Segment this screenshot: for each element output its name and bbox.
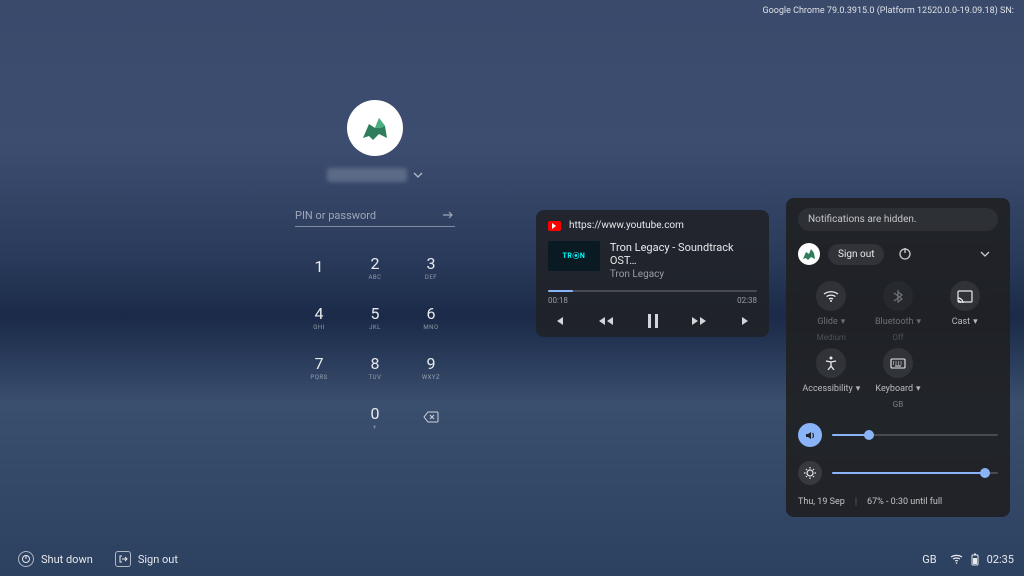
media-progress[interactable] (548, 290, 757, 292)
key-0[interactable]: 0+ (350, 395, 400, 439)
key-4[interactable]: 4GHI (294, 295, 344, 339)
key-6[interactable]: 6MNO (406, 295, 456, 339)
qs-avatar[interactable] (798, 243, 820, 265)
tile-wifi[interactable]: Glide▾ Medium (798, 281, 865, 342)
volume-row (798, 423, 998, 447)
collapse-chevron-icon[interactable] (972, 241, 998, 267)
brightness-icon[interactable] (798, 461, 822, 485)
power-icon (18, 551, 34, 567)
qs-date: Thu, 19 Sep (798, 497, 845, 507)
tray-battery-icon (971, 553, 979, 566)
pin-input[interactable] (295, 209, 425, 222)
wifi-icon (816, 281, 846, 311)
tile-cast[interactable]: Cast▾ (931, 281, 998, 342)
caret-icon: ▾ (856, 384, 861, 394)
key-7[interactable]: 7PQRS (294, 345, 344, 389)
tray-wifi-icon (950, 554, 963, 564)
caret-icon: ▾ (973, 317, 978, 327)
shutdown-button[interactable]: Shut down (10, 545, 101, 573)
volume-icon[interactable] (798, 423, 822, 447)
build-info: Google Chrome 79.0.3915.0 (Platform 1252… (762, 6, 1014, 16)
quick-settings-panel: Notifications are hidden. Sign out Glide… (786, 198, 1010, 517)
prev-track-icon[interactable] (552, 314, 566, 328)
key-empty (294, 395, 344, 439)
media-artist: Tron Legacy (610, 269, 757, 280)
key-8[interactable]: 8TUV (350, 345, 400, 389)
notifications-banner[interactable]: Notifications are hidden. (798, 208, 998, 231)
brightness-row (798, 461, 998, 485)
shelf: Shut down Sign out GB 02:35 (0, 542, 1024, 576)
tile-accessibility[interactable]: Accessibility▾ (798, 348, 865, 409)
bluetooth-icon (883, 281, 913, 311)
forward-icon[interactable] (690, 314, 708, 328)
media-elapsed: 00:18 (548, 296, 568, 305)
pause-icon[interactable] (646, 313, 660, 329)
media-card: https://www.youtube.com TR⦿N Tron Legacy… (536, 210, 769, 337)
system-tray[interactable]: GB 02:35 (917, 551, 1014, 568)
submit-arrow-icon[interactable] (441, 208, 455, 222)
qs-tiles: Glide▾ Medium Bluetooth▾ Off Cast▾ Acces… (798, 281, 998, 409)
media-source-url: https://www.youtube.com (569, 220, 684, 231)
login-panel: 1 2ABC 3DEF 4GHI 5JKL 6MNO 7PQRS 8TUV 9W… (290, 100, 460, 439)
key-9[interactable]: 9WXYZ (406, 345, 456, 389)
brightness-slider[interactable] (832, 472, 998, 474)
chevron-down-icon (413, 170, 423, 180)
qs-battery: 67% - 0:30 until full (867, 497, 942, 507)
tile-bluetooth[interactable]: Bluetooth▾ Off (865, 281, 932, 342)
user-avatar[interactable] (347, 100, 403, 156)
tray-time: 02:35 (987, 553, 1014, 566)
key-1[interactable]: 1 (294, 245, 344, 289)
tile-keyboard[interactable]: Keyboard▾ GB (865, 348, 932, 409)
key-backspace[interactable] (406, 395, 456, 439)
username-row[interactable] (327, 168, 423, 182)
key-5[interactable]: 5JKL (350, 295, 400, 339)
media-total: 02:38 (737, 296, 757, 305)
media-title: Tron Legacy - Soundtrack OST… (610, 241, 757, 267)
caret-icon: ▾ (917, 317, 922, 327)
pin-keypad: 1 2ABC 3DEF 4GHI 5JKL 6MNO 7PQRS 8TUV 9W… (294, 245, 456, 439)
volume-slider[interactable] (832, 434, 998, 436)
pin-field[interactable] (295, 204, 455, 227)
tray-kb-layout: GB (917, 551, 941, 568)
signout-icon (115, 551, 131, 567)
signout-button[interactable]: Sign out (107, 545, 186, 573)
media-thumbnail: TR⦿N (548, 241, 600, 271)
rewind-icon[interactable] (597, 314, 615, 328)
key-2[interactable]: 2ABC (350, 245, 400, 289)
next-track-icon[interactable] (739, 314, 753, 328)
caret-icon: ▾ (916, 384, 921, 394)
username-redacted (327, 168, 407, 182)
cast-icon (950, 281, 980, 311)
qs-footer: Thu, 19 Sep | 67% - 0:30 until full (798, 497, 998, 507)
lock-power-icon[interactable] (892, 241, 918, 267)
avatar-dragon-icon (801, 246, 817, 262)
youtube-icon (548, 221, 561, 231)
avatar-dragon-icon (355, 108, 395, 148)
caret-icon: ▾ (841, 317, 846, 327)
accessibility-icon (816, 348, 846, 378)
backspace-icon (423, 411, 439, 423)
qs-signout-button[interactable]: Sign out (828, 244, 884, 265)
key-3[interactable]: 3DEF (406, 245, 456, 289)
keyboard-icon (883, 348, 913, 378)
media-source: https://www.youtube.com (548, 220, 757, 231)
